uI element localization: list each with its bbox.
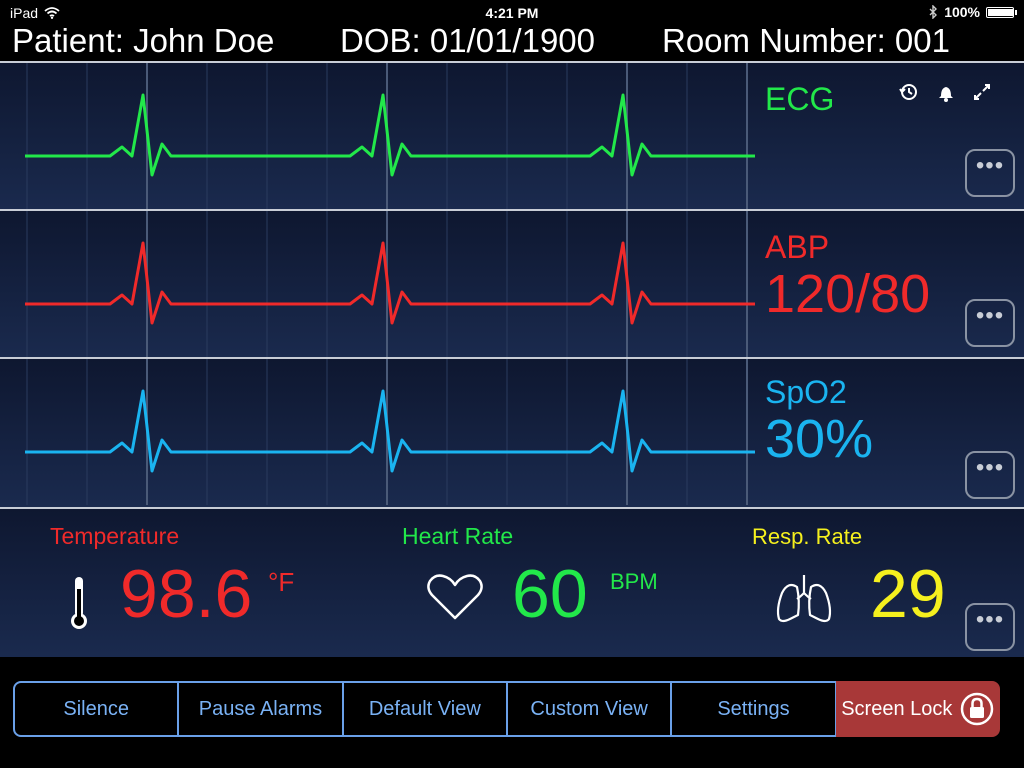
battery-icon [986, 6, 1017, 18]
pause-alarms-label: Pause Alarms [198, 697, 323, 720]
bell-icon[interactable] [935, 81, 957, 103]
lock-icon [961, 692, 994, 726]
resp-rate-value: 29 [870, 556, 946, 632]
spo2-panel: SpO2 30% ••• [0, 357, 1024, 507]
temperature-value: 98.6 [120, 556, 253, 632]
ecg-waveform [25, 93, 755, 177]
spo2-label: SpO2 [765, 374, 847, 410]
ecg-more-button[interactable]: ••• [965, 149, 1015, 197]
room-number: Room Number: 001 [662, 22, 950, 59]
lungs-icon [776, 575, 832, 623]
bluetooth-icon [929, 5, 938, 19]
patient-name: Patient: John Doe [12, 22, 275, 59]
more-icon: ••• [975, 454, 1005, 481]
resp-rate-label: Resp. Rate [752, 524, 863, 549]
heart-rate-label: Heart Rate [402, 523, 514, 549]
silence-button[interactable]: Silence [13, 681, 179, 737]
ecg-label: ECG [765, 81, 835, 117]
thermometer-icon [71, 577, 87, 629]
settings-button[interactable]: Settings [671, 681, 836, 737]
screen-lock-label: Screen Lock [841, 697, 953, 720]
abp-waveform [25, 241, 755, 325]
abp-panel: ABP 120/80 ••• [0, 209, 1024, 359]
status-right: 100% [928, 4, 1017, 20]
abp-label: ABP [765, 229, 830, 265]
patient-dob: DOB: 01/01/1900 [340, 22, 596, 59]
screen-lock-button[interactable]: Screen Lock [835, 681, 1000, 737]
heart-rate-value: 60 [512, 556, 588, 632]
bottom-toolbar: Silence Pause Alarms Default View Custom… [13, 681, 1000, 737]
settings-label: Settings [717, 697, 790, 720]
abp-more-button[interactable]: ••• [965, 299, 1015, 347]
temperature-label: Temperature [50, 523, 180, 549]
more-icon: ••• [975, 302, 1005, 329]
expand-icon[interactable] [971, 81, 993, 103]
pause-alarms-button[interactable]: Pause Alarms [178, 681, 343, 737]
spo2-waveform [25, 389, 755, 473]
battery-fill [988, 8, 1013, 16]
heart-rate-unit: BPM [610, 569, 658, 594]
ecg-waveform-area [25, 63, 755, 209]
history-icon[interactable] [898, 81, 920, 103]
vitals-more-button[interactable]: ••• [965, 603, 1015, 651]
spo2-more-button[interactable]: ••• [965, 451, 1015, 499]
default-view-button[interactable]: Default View [342, 681, 507, 737]
battery-percent: 100% [944, 4, 980, 20]
status-bar: iPad 4:21 PM 100% [0, 0, 1024, 24]
abp-value: 120/80 [765, 264, 931, 324]
heart-icon [427, 574, 483, 620]
more-icon: ••• [975, 606, 1005, 633]
silence-label: Silence [63, 697, 129, 720]
vitals-panel: Temperature 98.6 °F Heart Rate 60 BPM Re… [0, 507, 1024, 657]
patient-header: Patient: John Doe DOB: 01/01/1900 Room N… [0, 22, 1024, 60]
more-icon: ••• [975, 152, 1005, 179]
custom-view-button[interactable]: Custom View [506, 681, 672, 737]
status-time: 4:21 PM [485, 5, 539, 21]
spo2-value: 30% [765, 409, 874, 469]
ecg-panel: ECG ••• [0, 61, 1024, 211]
default-view-label: Default View [368, 697, 481, 720]
temperature-unit: °F [268, 567, 295, 597]
custom-view-label: Custom View [530, 697, 648, 720]
